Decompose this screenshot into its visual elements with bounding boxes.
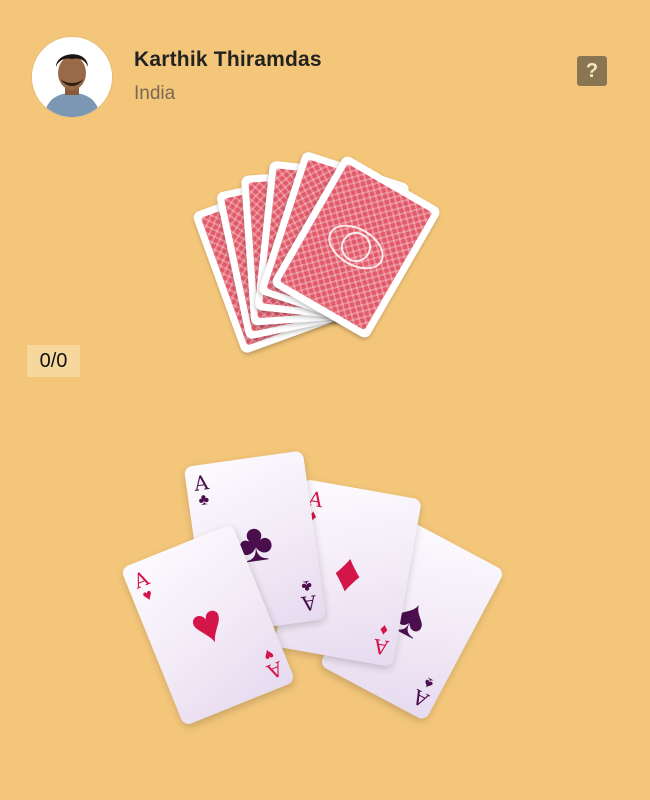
game-board: Karthik Thiramdas India ? 0/0 A ♠ ♠ A ♠	[0, 0, 650, 800]
club-icon: ♣	[197, 491, 211, 510]
person-icon	[32, 37, 112, 117]
card-rank: A	[371, 633, 390, 660]
player-country: India	[134, 83, 176, 104]
heart-icon: ♥	[181, 591, 235, 659]
help-button[interactable]: ?	[577, 56, 607, 86]
card-rank: A	[299, 590, 318, 617]
question-icon: ?	[585, 60, 599, 82]
player-avatar	[32, 37, 112, 117]
player-name: Karthik Thiramdas	[134, 48, 322, 71]
heart-icon: ♥	[140, 586, 156, 606]
score-counter: 0/0	[27, 345, 80, 377]
